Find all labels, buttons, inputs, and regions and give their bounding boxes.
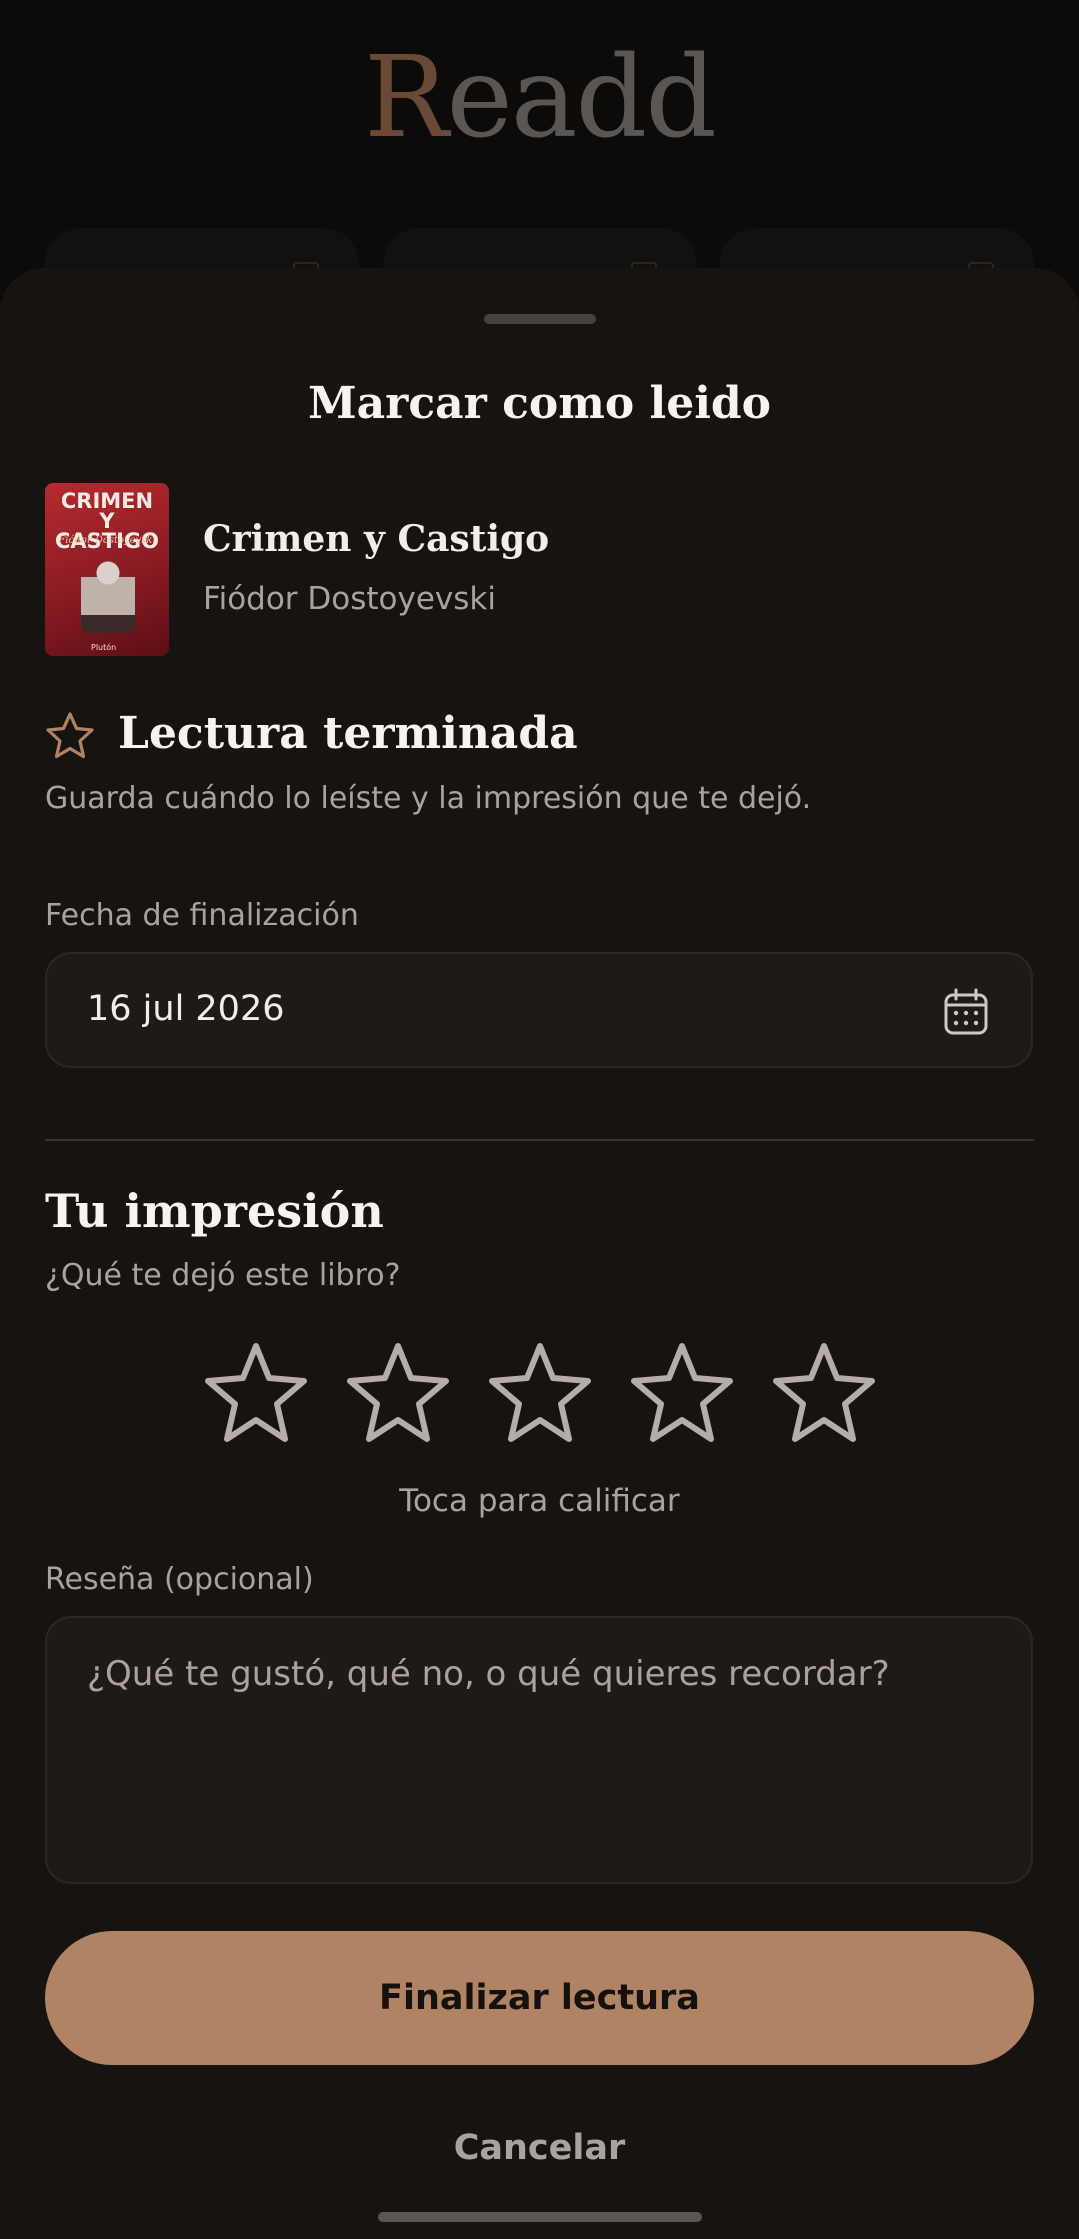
finish-reading-button[interactable]: Finalizar lectura bbox=[45, 1931, 1034, 2065]
sheet-title: Marcar como leido bbox=[307, 378, 772, 429]
rating-star-5[interactable] bbox=[768, 1338, 880, 1448]
review-placeholder: ¿Qué te gustó, qué no, o qué quieres rec… bbox=[87, 1654, 890, 1694]
background-app: Readd bbox=[0, 0, 1079, 308]
book-title: Crimen y Castigo bbox=[203, 518, 550, 560]
divider bbox=[45, 1139, 1034, 1141]
finished-description: Guarda cuándo lo leíste y la impresión q… bbox=[45, 781, 812, 816]
star-outline-icon bbox=[46, 712, 94, 759]
star-rating bbox=[200, 1338, 880, 1448]
finished-title: Lectura terminada bbox=[118, 708, 578, 759]
impression-title: Tu impresión bbox=[45, 1184, 384, 1238]
finish-date-field[interactable]: 16 jul 2026 bbox=[45, 952, 1033, 1068]
date-value: 16 jul 2026 bbox=[87, 989, 285, 1029]
app-logo: Readd bbox=[364, 33, 717, 163]
rating-star-4[interactable] bbox=[626, 1338, 738, 1448]
rating-hint: Toca para calificar bbox=[399, 1483, 680, 1519]
calendar-icon[interactable] bbox=[943, 988, 989, 1036]
home-indicator bbox=[378, 2212, 702, 2222]
book-author: Fiódor Dostoyevski bbox=[203, 581, 496, 617]
cover-author: Fiódor Dostoyevski bbox=[58, 535, 156, 546]
mark-as-read-sheet: Marcar como leido CRIMEN Y CASTIGO Fiódo… bbox=[0, 268, 1079, 2239]
rating-star-1[interactable] bbox=[200, 1338, 312, 1448]
book-cover: CRIMEN Y CASTIGO Fiódor Dostoyevski Plut… bbox=[45, 483, 169, 656]
rating-star-3[interactable] bbox=[484, 1338, 596, 1448]
rating-star-2[interactable] bbox=[342, 1338, 454, 1448]
review-textarea[interactable]: ¿Qué te gustó, qué no, o qué quieres rec… bbox=[45, 1616, 1033, 1884]
cover-publisher: Plutón bbox=[91, 643, 117, 652]
cancel-button[interactable]: Cancelar bbox=[0, 2128, 1079, 2168]
date-field-label: Fecha de finalización bbox=[45, 898, 359, 933]
impression-subtitle: ¿Qué te dejó este libro? bbox=[45, 1258, 401, 1293]
finish-reading-label: Finalizar lectura bbox=[379, 1978, 700, 2018]
cover-illustration bbox=[81, 553, 135, 633]
sheet-drag-handle[interactable] bbox=[484, 314, 596, 324]
review-label: Reseña (opcional) bbox=[45, 1562, 314, 1597]
